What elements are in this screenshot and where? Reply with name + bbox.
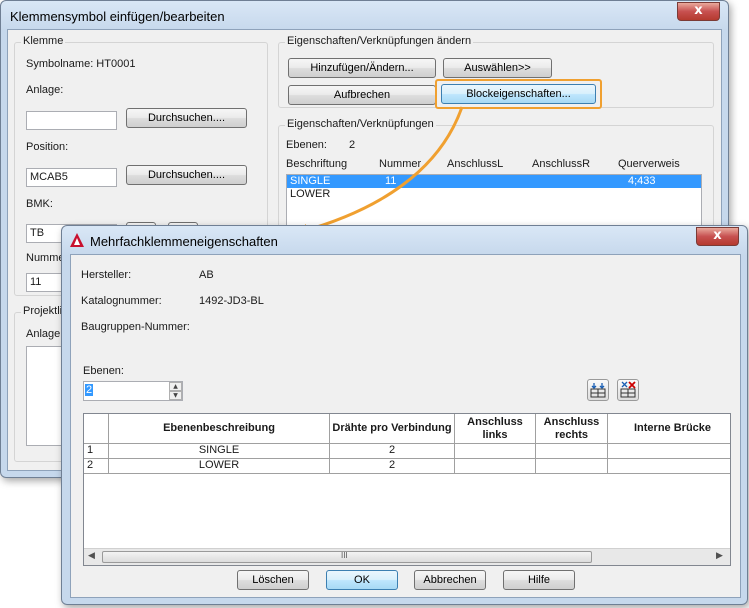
insert-row-button[interactable] <box>587 379 609 401</box>
main-close-button[interactable]: x <box>677 2 720 21</box>
cell-anschluss-links[interactable] <box>455 444 536 459</box>
sub-ebenen-label: Ebenen: <box>83 365 124 377</box>
cell-desc[interactable]: SINGLE <box>109 444 330 459</box>
select-button[interactable]: Auswählen>> <box>443 58 552 78</box>
autocad-logo-svg <box>70 233 84 247</box>
scroll-thumb[interactable]: III <box>102 551 592 563</box>
cell-interne-bruecke[interactable] <box>608 444 730 459</box>
break-button[interactable]: Aufbrechen <box>288 85 436 105</box>
scroll-left-icon[interactable]: ◀ <box>88 550 95 561</box>
block-properties-button[interactable]: Blockeigenschaften... <box>441 84 596 104</box>
browse-anlage-button[interactable]: Durchsuchen.... <box>126 108 247 128</box>
katalog-label: Katalognummer: <box>81 295 162 307</box>
scroll-thumb-grip: III <box>341 551 348 560</box>
cell-anschluss-rechts[interactable] <box>536 444 608 459</box>
ebenen-spinner-input[interactable]: 2 <box>83 381 183 401</box>
delete-button[interactable]: Löschen <box>237 570 309 590</box>
grid-horizontal-scrollbar[interactable]: ◀ III ▶ <box>84 548 730 565</box>
cell-wires[interactable]: 2 <box>330 444 455 459</box>
row-nummer: 11 <box>385 175 397 187</box>
insert-row-icon <box>590 383 606 398</box>
props-ebenen-value: 2 <box>349 139 356 151</box>
props-list[interactable]: SINGLE 11 4;433 LOWER <box>286 174 702 229</box>
grid-corner <box>84 414 109 444</box>
hersteller-value: AB <box>199 269 214 281</box>
katalog-value: 1492-JD3-BL <box>199 295 264 307</box>
cell-anschluss-rechts[interactable] <box>536 459 608 474</box>
props-change-title: Eigenschaften/Verknüpfungen ändern <box>285 35 474 47</box>
col-anschlussr: AnschlussR <box>532 158 591 170</box>
position-label: Position: <box>26 141 69 153</box>
symbolname-label: Symbolname: HT0001 <box>26 58 136 70</box>
header-anschluss-links[interactable]: Anschluss links <box>455 414 536 444</box>
main-titlebar[interactable]: Klemmensymbol einfügen/bearbeiten x <box>1 1 728 31</box>
autocad-logo-icon <box>70 233 84 247</box>
ok-button[interactable]: OK <box>326 570 398 590</box>
cell-desc[interactable]: LOWER <box>109 459 330 474</box>
row-querverweis: 4;433 <box>628 175 656 187</box>
props-ebenen-label: Ebenen: <box>286 139 327 151</box>
cell-anschluss-links[interactable] <box>455 459 536 474</box>
sub-close-button[interactable]: x <box>696 227 739 246</box>
row-number[interactable]: 1 <box>84 444 109 459</box>
col-anschlussl: AnschlussL <box>447 158 504 170</box>
col-querverweis: Querverweis <box>618 158 680 170</box>
list-item[interactable]: LOWER <box>287 188 701 201</box>
position-input[interactable]: MCAB5 <box>26 168 117 187</box>
ebenen-spinner-value: 2 <box>85 384 94 396</box>
help-button[interactable]: Hilfe <box>503 570 575 590</box>
sub-title: Mehrfachklemmeneigenschaften <box>90 234 278 249</box>
main-title: Klemmensymbol einfügen/bearbeiten <box>10 9 225 24</box>
sub-dialog: Mehrfachklemmeneigenschaften x Herstelle… <box>61 225 748 605</box>
browse-position-button[interactable]: Durchsuchen.... <box>126 165 247 185</box>
scroll-right-icon[interactable]: ▶ <box>716 550 723 561</box>
cancel-button[interactable]: Abbrechen <box>414 570 486 590</box>
cell-interne-bruecke[interactable] <box>608 459 730 474</box>
bmk-label: BMK: <box>26 198 53 210</box>
row-beschriftung: SINGLE <box>290 175 331 187</box>
delete-row-icon <box>620 381 636 398</box>
props-group-title: Eigenschaften/Verknüpfungen <box>285 118 436 130</box>
anlage2-label: Anlage <box>26 328 61 340</box>
hersteller-label: Hersteller: <box>81 269 132 281</box>
baugruppe-label: Baugruppen-Nummer: <box>81 321 190 333</box>
sub-titlebar[interactable]: Mehrfachklemmeneigenschaften x <box>62 226 747 256</box>
header-ebenenbeschreibung[interactable]: Ebenenbeschreibung <box>109 414 330 444</box>
cell-wires[interactable]: 2 <box>330 459 455 474</box>
sub-client: Hersteller: AB Katalognummer: 1492-JD3-B… <box>70 254 741 598</box>
row-number[interactable]: 2 <box>84 459 109 474</box>
col-beschriftung: Beschriftung <box>286 158 348 170</box>
klemme-group-title: Klemme <box>21 35 66 47</box>
ebenen-spin-down-button[interactable]: ▼ <box>169 391 182 400</box>
col-nummer: Nummer <box>379 158 422 170</box>
row-beschriftung: LOWER <box>290 188 331 200</box>
header-anschluss-rechts[interactable]: Anschluss rechts <box>536 414 608 444</box>
anlage-input[interactable] <box>26 111 117 130</box>
delete-row-button[interactable] <box>617 379 639 401</box>
ebenen-spin-up-button[interactable]: ▲ <box>169 382 182 391</box>
header-draehte[interactable]: Drähte pro Verbindung <box>330 414 455 444</box>
levels-grid[interactable]: Ebenenbeschreibung Drähte pro Verbindung… <box>83 413 731 566</box>
list-item[interactable]: SINGLE 11 4;433 <box>287 175 701 188</box>
add-change-button[interactable]: Hinzufügen/Ändern... <box>288 58 436 78</box>
anlage-label: Anlage: <box>26 84 64 96</box>
header-interne-bruecke[interactable]: Interne Brücke <box>608 414 730 444</box>
projekt-group-title: Projektli <box>21 305 65 317</box>
